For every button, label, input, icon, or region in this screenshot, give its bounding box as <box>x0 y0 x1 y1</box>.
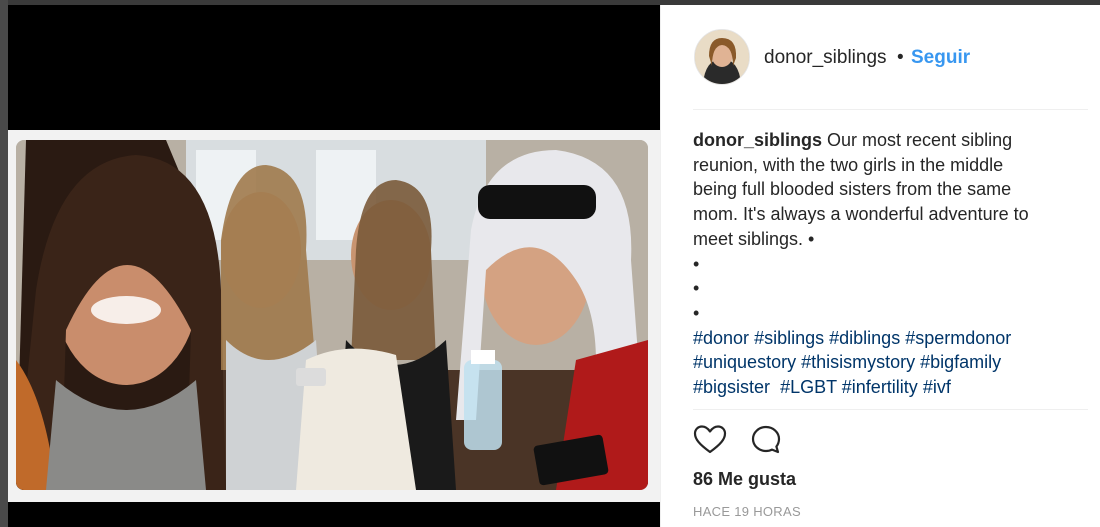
hashtag-line: #uniquestory #thisismystory #bigfamily <box>693 350 1073 375</box>
hashtag-link[interactable]: #infertility <box>842 377 918 397</box>
heart-icon[interactable] <box>693 423 729 459</box>
caption-line: • <box>693 302 700 323</box>
post-side-panel: donor_siblings • Seguir donor_siblings O… <box>660 5 1100 527</box>
hashtag-link[interactable]: #thisismystory <box>801 352 915 372</box>
post-timestamp: HACE 19 HORAS <box>693 504 801 519</box>
hashtag-link[interactable]: #donor <box>693 328 749 348</box>
photo-frame <box>8 130 660 502</box>
hashtag-link[interactable]: #spermdonor <box>905 328 1011 348</box>
hashtag-link[interactable]: #ivf <box>923 377 951 397</box>
group-selfie-photo[interactable] <box>16 140 648 490</box>
caption-line: mom. It's always a wonderful adventure t… <box>693 204 1029 225</box>
window-left-edge <box>0 0 8 527</box>
hashtag-link[interactable]: #bigsister <box>693 377 770 397</box>
caption-line: meet siblings. • <box>693 228 815 249</box>
hashtag-line: #donor #siblings #diblings #spermdonor <box>693 326 1073 351</box>
hashtag-link[interactable]: #siblings <box>754 328 824 348</box>
follow-button[interactable]: Seguir <box>911 47 970 69</box>
caption-line: donor_siblings Our most recent sibling <box>693 128 1073 153</box>
caption-line: • <box>693 278 700 299</box>
header-separator: • <box>897 47 904 68</box>
avatar-image <box>695 30 749 84</box>
header-divider <box>693 109 1088 110</box>
comment-icon[interactable] <box>749 423 785 459</box>
header-username[interactable]: donor_siblings <box>764 47 887 69</box>
caption-username[interactable]: donor_siblings <box>693 130 822 150</box>
caption-text: Our most recent sibling <box>827 130 1013 150</box>
caption-line: • <box>693 253 700 274</box>
post-media <box>8 5 660 527</box>
caption-line: being full blooded sisters from the same <box>693 179 1012 200</box>
hashtag-link[interactable]: #uniquestory <box>693 352 796 372</box>
post-actions <box>693 423 893 459</box>
likes-count[interactable]: 86 Me gusta <box>693 469 796 490</box>
post-header: donor_siblings • Seguir <box>661 5 1100 109</box>
hashtag-link[interactable]: #LGBT <box>780 377 837 397</box>
group-selfie-illustration <box>16 140 648 490</box>
hashtag-link[interactable]: #diblings <box>829 328 900 348</box>
hashtag-line: #bigsister #LGBT #infertility #ivf <box>693 375 1073 400</box>
post-caption: donor_siblings Our most recent sibling r… <box>693 128 1073 400</box>
hashtag-link[interactable]: #bigfamily <box>920 352 1001 372</box>
profile-avatar[interactable] <box>694 29 750 85</box>
actions-divider <box>693 409 1088 410</box>
caption-line: reunion, with the two girls in the middl… <box>693 154 1004 175</box>
